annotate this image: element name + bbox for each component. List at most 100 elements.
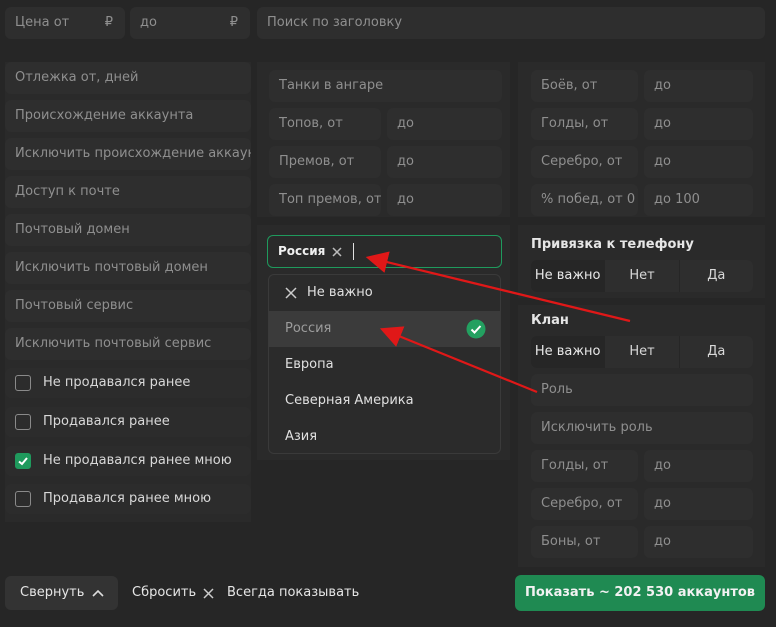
top-prems-from-input[interactable]: Топ премов, от (269, 184, 381, 216)
winrate-from-input[interactable]: % побед, от 0 (531, 184, 638, 216)
exclude-mail-domain-select[interactable]: Исключить почтовый домен (5, 252, 251, 284)
clan-silver-to-input[interactable]: до (644, 488, 753, 520)
reset-label: Сбросить (132, 585, 197, 600)
close-icon (285, 287, 297, 299)
field-label: Серебро, от (541, 154, 623, 169)
prems-to-input[interactable]: до (387, 146, 502, 178)
field-label: Доступ к почте (15, 184, 120, 199)
checkbox-box[interactable] (15, 414, 31, 430)
winrate-to-input[interactable]: до 100 (644, 184, 753, 216)
option-label: Европа (285, 357, 334, 372)
checkbox-label: Продавался ранее (43, 414, 170, 429)
checkbox-box[interactable] (15, 491, 31, 507)
exclude-role-select[interactable]: Исключить роль (531, 412, 753, 444)
battles-to-input[interactable]: до (644, 70, 753, 102)
checkbox-not-sold-before[interactable]: Не продавался ранее (5, 368, 251, 398)
role-select[interactable]: Роль (531, 374, 753, 406)
field-label: Исключить почтовый сервис (15, 336, 212, 351)
price-to-placeholder: до (140, 15, 157, 30)
option-russia[interactable]: Россия (269, 311, 500, 347)
option-not-important[interactable]: Не важно (269, 275, 500, 311)
checkbox-sold-by-me[interactable]: Продавался ранее мною (5, 484, 251, 514)
option-label: Северная Америка (285, 393, 414, 408)
price-to-input[interactable]: до ₽ (130, 7, 250, 39)
phone-binding-toggle: Не важно Нет Да (531, 260, 753, 292)
field-label: Голды, от (541, 458, 609, 473)
collapse-button[interactable]: Свернуть (5, 576, 118, 610)
region-dropdown-list: Не важно Россия Европа Северная Америка … (268, 274, 501, 454)
region-multiselect-input[interactable]: Россия (267, 235, 502, 268)
show-results-button[interactable]: Показать ~ 202 530 аккаунтов (515, 575, 765, 611)
gold-to-input[interactable]: до (644, 108, 753, 140)
field-label: Отлежка от, дней (15, 70, 139, 85)
field-label: Почтовый домен (15, 222, 130, 237)
bonds-from-input[interactable]: Боны, от (531, 526, 638, 558)
title-search-input[interactable]: Поиск по заголовку (257, 7, 765, 39)
phone-option-any[interactable]: Не важно (531, 260, 605, 292)
clan-gold-from-input[interactable]: Голды, от (531, 450, 638, 482)
field-label: Премов, от (279, 154, 355, 169)
checkbox-box-checked[interactable] (15, 453, 31, 469)
silver-to-input[interactable]: до (644, 146, 753, 178)
collapse-label: Свернуть (20, 585, 85, 600)
checkbox-label: Не продавался ранее (43, 375, 191, 390)
clan-silver-from-input[interactable]: Серебро, от (531, 488, 638, 520)
clan-title: Клан (531, 313, 569, 328)
top-prems-to-input[interactable]: до (387, 184, 502, 216)
account-origin-select[interactable]: Происхождение аккаунта (5, 100, 251, 132)
silver-from-input[interactable]: Серебро, от (531, 146, 638, 178)
option-europe[interactable]: Европа (269, 347, 500, 383)
region-tag-label: Россия (278, 244, 326, 258)
aging-days-input[interactable]: Отлежка от, дней (5, 62, 251, 94)
field-label: до 100 (654, 192, 700, 207)
field-label: Топов, от (279, 116, 343, 131)
tanks-in-hangar-select[interactable]: Танки в ангаре (269, 70, 502, 102)
always-show-button[interactable]: Всегда показывать (227, 576, 367, 610)
phone-option-no[interactable]: Нет (604, 260, 679, 292)
check-icon (18, 457, 28, 466)
field-label: Исключить роль (541, 420, 653, 435)
tops-from-input[interactable]: Топов, от (269, 108, 381, 140)
ruble-icon: ₽ (104, 15, 113, 30)
field-label: до (654, 116, 671, 131)
field-label: Танки в ангаре (279, 78, 384, 93)
field-label: Боны, от (541, 534, 601, 549)
always-show-label: Всегда показывать (227, 585, 360, 600)
field-label: Исключить происхождение аккаунт (15, 146, 251, 161)
checkbox-box[interactable] (15, 375, 31, 391)
field-label: до (397, 116, 414, 131)
checkbox-not-sold-by-me[interactable]: Не продавался ранее мною (5, 446, 251, 476)
field-label: Происхождение аккаунта (15, 108, 194, 123)
tops-to-input[interactable]: до (387, 108, 502, 140)
reset-button[interactable]: Сбросить (132, 576, 218, 610)
price-from-placeholder: Цена от (15, 15, 70, 30)
field-label: Голды, от (541, 116, 609, 131)
clan-option-no[interactable]: Нет (604, 336, 679, 368)
field-label: Боёв, от (541, 78, 598, 93)
text-caret (353, 243, 354, 260)
checkbox-sold-before[interactable]: Продавался ранее (5, 407, 251, 437)
mail-service-select[interactable]: Почтовый сервис (5, 290, 251, 322)
clan-gold-to-input[interactable]: до (644, 450, 753, 482)
clan-option-any[interactable]: Не важно (531, 336, 605, 368)
title-search-placeholder: Поиск по заголовку (267, 15, 403, 30)
prems-from-input[interactable]: Премов, от (269, 146, 381, 178)
bonds-to-input[interactable]: до (644, 526, 753, 558)
option-asia[interactable]: Азия (269, 419, 500, 453)
field-label: % побед, от 0 (541, 192, 636, 207)
field-label: до (654, 78, 671, 93)
phone-option-yes[interactable]: Да (678, 260, 753, 292)
exclude-mail-service-select[interactable]: Исключить почтовый сервис (5, 328, 251, 360)
battles-from-input[interactable]: Боёв, от (531, 70, 638, 102)
exclude-origin-select[interactable]: Исключить происхождение аккаунт (5, 138, 251, 170)
price-from-input[interactable]: Цена от ₽ (5, 7, 125, 39)
option-label: Не важно (307, 285, 373, 300)
field-label: Почтовый сервис (15, 298, 134, 313)
mail-access-select[interactable]: Доступ к почте (5, 176, 251, 208)
gold-from-input[interactable]: Голды, от (531, 108, 638, 140)
clan-option-yes[interactable]: Да (678, 336, 753, 368)
mail-domain-select[interactable]: Почтовый домен (5, 214, 251, 246)
remove-tag-icon[interactable] (331, 246, 343, 258)
checkbox-label: Не продавался ранее мною (43, 453, 232, 468)
option-north-america[interactable]: Северная Америка (269, 383, 500, 419)
